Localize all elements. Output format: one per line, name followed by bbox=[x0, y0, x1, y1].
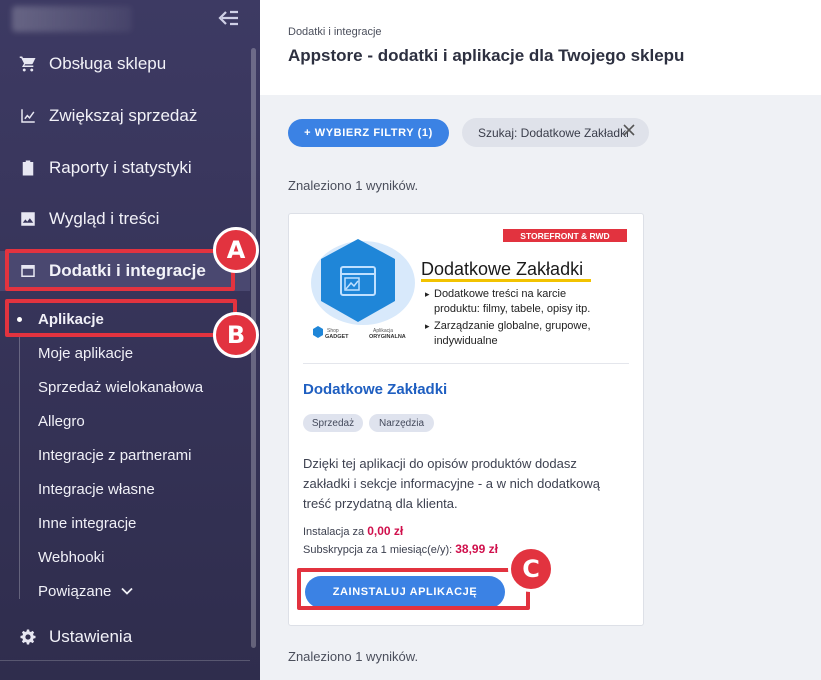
app-logo-line2: ORYGINALNA bbox=[369, 334, 406, 340]
install-price-label: Instalacja za bbox=[303, 526, 365, 538]
subscription-price-line: Subskrypcja za 1 miesiąc(e/y): 38,99 zł bbox=[303, 542, 498, 556]
annotation-badge-b: B bbox=[213, 312, 259, 358]
image-icon bbox=[19, 210, 37, 228]
collapse-sidebar-icon[interactable] bbox=[217, 9, 241, 31]
chevron-down-icon bbox=[121, 587, 134, 595]
store-logo[interactable] bbox=[12, 6, 132, 32]
results-count: Znaleziono 1 wyników. bbox=[288, 178, 419, 193]
highlight-box-c bbox=[297, 568, 530, 610]
banner-bullet-1b: produktu: filmy, tabele, opisy itp. bbox=[434, 303, 590, 315]
submenu-label: Integracje własne bbox=[38, 480, 155, 498]
banner-bullet-1a: Dodatkowe treści na karcie bbox=[434, 288, 566, 300]
submenu-item-moje-aplikacje[interactable]: Moje aplikacje bbox=[0, 338, 250, 368]
search-filter-chip: Szukaj: Dodatkowe Zakładki bbox=[462, 118, 649, 147]
close-icon[interactable] bbox=[623, 124, 635, 140]
subscription-price-value: 38,99 zł bbox=[455, 542, 498, 556]
sidebar-item-ustawienia[interactable]: Ustawienia bbox=[0, 617, 250, 657]
results-count-bottom: Znaleziono 1 wyników. bbox=[288, 649, 419, 664]
sidebar-item-raporty[interactable]: Raporty i statystyki bbox=[0, 148, 250, 188]
shop-logo-line2: GADGET bbox=[325, 334, 349, 340]
submenu-label: Integracje z partnerami bbox=[38, 446, 192, 464]
banner-badge: STOREFRONT & RWD bbox=[520, 231, 609, 241]
submenu-label: Allegro bbox=[38, 412, 85, 430]
submenu-label: Webhooki bbox=[38, 548, 105, 566]
app-banner-image: STOREFRONT & RWD Dodatkowe Zakładki ▸ Do… bbox=[311, 229, 627, 347]
cart-icon bbox=[19, 55, 37, 73]
chart-icon bbox=[19, 107, 37, 125]
search-filter-label: Szukaj: Dodatkowe Zakładki bbox=[478, 125, 629, 140]
card-divider bbox=[303, 363, 629, 364]
banner-title: Dodatkowe Zakładki bbox=[421, 259, 583, 279]
sidebar-item-label: Raporty i statystyki bbox=[49, 158, 192, 177]
choose-filters-button[interactable]: + WYBIERZ FILTRY (1) bbox=[288, 119, 449, 147]
submenu-item-inne-integracje[interactable]: Inne integracje bbox=[0, 508, 250, 538]
submenu-item-webhooki[interactable]: Webhooki bbox=[0, 542, 250, 572]
highlight-box-a bbox=[5, 249, 235, 291]
sidebar-item-label: Wygląd i treści bbox=[49, 209, 160, 228]
install-price-value: 0,00 zł bbox=[367, 524, 404, 538]
banner-bullet-2a: Zarządzanie globalne, grupowe, bbox=[434, 320, 591, 332]
sidebar-item-wyglad[interactable]: Wygląd i treści bbox=[0, 199, 250, 239]
annotation-badge-a: A bbox=[213, 227, 259, 273]
clipboard-icon bbox=[19, 159, 37, 177]
breadcrumb[interactable]: Dodatki i integracje bbox=[288, 26, 382, 38]
submenu-label: Inne integracje bbox=[38, 514, 137, 532]
gear-icon bbox=[19, 628, 37, 646]
banner-bullet-2b: indywidualne bbox=[434, 335, 498, 347]
app-description: Dzięki tej aplikacji do opisów produktów… bbox=[303, 456, 600, 511]
subscription-price-label: Subskrypcja za 1 miesiąc(e/y): bbox=[303, 544, 453, 556]
page-header: Dodatki i integracje Appstore - dodatki … bbox=[260, 0, 821, 95]
page-title: Appstore - dodatki i aplikacje dla Twoje… bbox=[288, 46, 685, 65]
submenu-label: Moje aplikacje bbox=[38, 344, 134, 362]
app-card: STOREFRONT & RWD Dodatkowe Zakładki ▸ Do… bbox=[288, 213, 644, 626]
annotation-badge-c: C bbox=[508, 546, 554, 592]
sidebar-item-label: Ustawienia bbox=[49, 627, 133, 646]
submenu-item-powiazane[interactable]: Powiązane bbox=[0, 576, 250, 606]
tag-sprzedaz[interactable]: Sprzedaż bbox=[303, 414, 363, 432]
submenu-label: Sprzedaż wielokanałowa bbox=[38, 378, 204, 396]
app-title[interactable]: Dodatkowe Zakładki bbox=[303, 381, 447, 398]
sidebar-item-label: Obsługa sklepu bbox=[49, 54, 167, 73]
sidebar-item-label: Zwiększaj sprzedaż bbox=[49, 106, 198, 125]
tag-narzedzia[interactable]: Narzędzia bbox=[369, 414, 434, 432]
svg-text:▸: ▸ bbox=[425, 321, 430, 331]
svg-text:▸: ▸ bbox=[425, 289, 430, 299]
install-price-line: Instalacja za 0,00 zł bbox=[303, 524, 403, 538]
submenu-item-integracje-partnerami[interactable]: Integracje z partnerami bbox=[0, 440, 250, 470]
sidebar-divider bbox=[0, 660, 250, 661]
submenu-item-integracje-wlasne[interactable]: Integracje własne bbox=[0, 474, 250, 504]
sidebar-item-zwiekszaj-sprzedaz[interactable]: Zwiększaj sprzedaż bbox=[0, 96, 250, 136]
submenu-item-sprzedaz-wielokanalowa[interactable]: Sprzedaż wielokanałowa bbox=[0, 372, 250, 402]
sidebar-item-obsluga-sklepu[interactable]: Obsługa sklepu bbox=[0, 44, 250, 84]
highlight-box-b bbox=[5, 299, 237, 337]
submenu-item-allegro[interactable]: Allegro bbox=[0, 406, 250, 436]
submenu-label: Powiązane bbox=[38, 582, 112, 600]
